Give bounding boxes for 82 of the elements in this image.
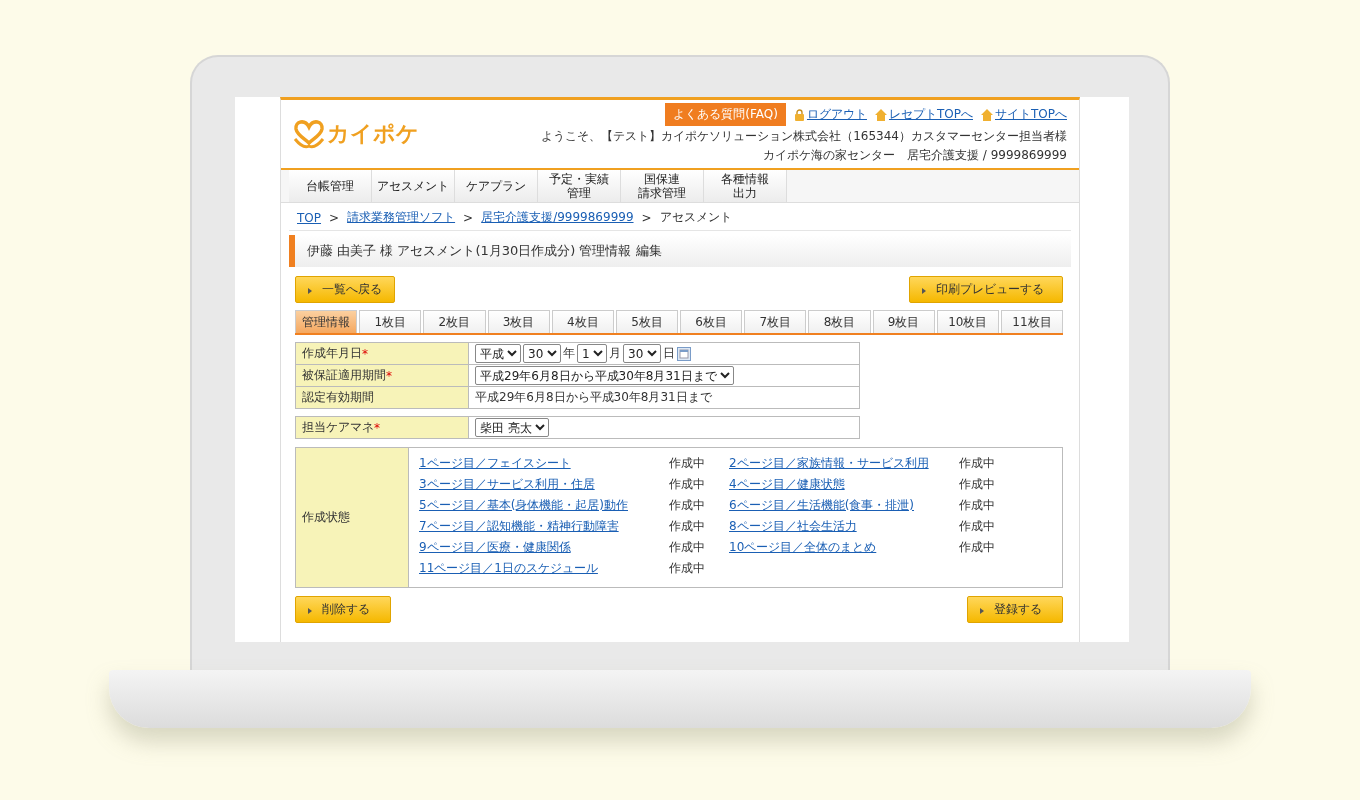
status-text: 作成中: [959, 476, 995, 493]
field-label: 担当ケアマネ*: [296, 417, 469, 438]
house-icon: [981, 108, 993, 121]
page-link[interactable]: 10ページ目／全体のまとめ: [729, 539, 959, 556]
nav-item[interactable]: 各種情報 出力: [704, 170, 787, 202]
page-link[interactable]: 1ページ目／フェイスシート: [419, 455, 669, 472]
field-value: 平成29年6月8日から平成30年8月31日まで: [475, 389, 712, 406]
delete-button[interactable]: 削除する: [295, 596, 391, 623]
caret-icon: [308, 608, 312, 614]
tab[interactable]: 2枚目: [423, 310, 486, 333]
nav-item[interactable]: 国保連 請求管理: [621, 170, 704, 202]
nav-item[interactable]: ケアプラン: [455, 170, 538, 202]
header-link[interactable]: サイトTOPへ: [981, 106, 1067, 123]
page-link[interactable]: 3ページ目／サービス利用・住居: [419, 476, 669, 493]
header-link[interactable]: ログアウト: [793, 106, 867, 123]
calendar-icon[interactable]: [677, 346, 691, 361]
status-text: 作成中: [669, 560, 706, 577]
house-icon: [874, 108, 887, 121]
page-link[interactable]: 7ページ目／認知機能・精神行動障害: [419, 518, 669, 535]
tab[interactable]: 6枚目: [680, 310, 743, 333]
lock-icon: [793, 108, 805, 121]
heart-logo-icon: [293, 118, 325, 149]
page-link[interactable]: 8ページ目／社会生活力: [729, 518, 959, 535]
page-link[interactable]: 2ページ目／家族情報・サービス利用: [729, 455, 959, 472]
status-text: 作成中: [959, 539, 995, 556]
page-link[interactable]: 11ページ目／1日のスケジュール: [419, 560, 669, 577]
status-text: 作成中: [669, 518, 706, 535]
nav-item[interactable]: アセスメント: [372, 170, 455, 202]
breadcrumb-link[interactable]: TOP: [297, 210, 321, 225]
status-text: 作成中: [959, 518, 995, 535]
select-field[interactable]: 柴田 亮太: [475, 418, 549, 437]
page-title: 伊藤 由美子 様 アセスメント(1月30日作成分) 管理情報 編集: [289, 235, 1071, 267]
field-label: 作成状態: [296, 448, 409, 587]
select-field[interactable]: 30: [523, 344, 561, 363]
office-text: カイポケ海の家センター 居宅介護支援 / 9999869999: [762, 147, 1067, 164]
select-field[interactable]: 30: [623, 344, 661, 363]
tab[interactable]: 8枚目: [808, 310, 871, 333]
tab[interactable]: 1枚目: [359, 310, 422, 333]
breadcrumb-separator: >: [641, 210, 652, 225]
print-preview-button[interactable]: 印刷プレビューする: [909, 276, 1063, 303]
logo-text: カイポケ: [327, 119, 419, 148]
nav-item[interactable]: 予定・実績 管理: [538, 170, 621, 202]
tab[interactable]: 7枚目: [744, 310, 807, 333]
unit-text: 年: [563, 345, 575, 362]
welcome-text: ようこそ、【テスト】カイポケソリューション株式会社（165344）カスタマーセンター担当者様: [541, 128, 1067, 145]
unit-text: 月: [609, 345, 621, 362]
select-field[interactable]: 平成29年6月8日から平成30年8月31日まで: [475, 366, 734, 385]
select-field[interactable]: 1: [577, 344, 607, 363]
tab[interactable]: 10枚目: [936, 310, 999, 333]
caret-icon: [308, 288, 312, 294]
field-label: 被保証適用期間*: [296, 365, 469, 386]
page-link[interactable]: 6ページ目／生活機能(食事・排泄): [729, 497, 959, 514]
tab[interactable]: 9枚目: [872, 310, 935, 333]
back-button[interactable]: 一覧へ戻る: [295, 276, 395, 303]
tab[interactable]: 5枚目: [615, 310, 679, 333]
caret-icon: [922, 288, 926, 294]
tab[interactable]: 3枚目: [487, 310, 550, 333]
breadcrumb-link[interactable]: 請求業務管理ソフト: [347, 209, 456, 226]
status-text: 作成中: [669, 476, 706, 493]
status-text: 作成中: [669, 455, 706, 472]
tab[interactable]: 管理情報: [295, 310, 358, 333]
status-text: 作成中: [669, 497, 706, 514]
tab[interactable]: 11枚目: [1000, 310, 1064, 333]
page-link[interactable]: 5ページ目／基本(身体機能・起居)動作: [419, 497, 669, 514]
breadcrumb-separator: >: [463, 210, 474, 225]
unit-text: 日: [663, 345, 675, 362]
select-field[interactable]: 平成: [475, 344, 521, 363]
breadcrumb-current: アセスメント: [659, 209, 732, 226]
register-button[interactable]: 登録する: [967, 596, 1063, 623]
status-text: 作成中: [669, 539, 706, 556]
breadcrumb-link[interactable]: 居宅介護支援/9999869999: [481, 209, 634, 226]
page-link[interactable]: 9ページ目／医療・健康関係: [419, 539, 669, 556]
nav-item[interactable]: 台帳管理: [289, 170, 372, 202]
header-link[interactable]: レセプトTOPへ: [874, 106, 973, 123]
page-link[interactable]: 4ページ目／健康状態: [729, 476, 959, 493]
tab[interactable]: 4枚目: [551, 310, 614, 333]
caret-icon: [980, 608, 984, 614]
status-text: 作成中: [959, 455, 995, 472]
field-label: 認定有効期間: [296, 387, 469, 408]
status-text: 作成中: [959, 497, 995, 514]
field-label: 作成年月日*: [296, 343, 469, 364]
breadcrumb-separator: >: [329, 210, 340, 225]
